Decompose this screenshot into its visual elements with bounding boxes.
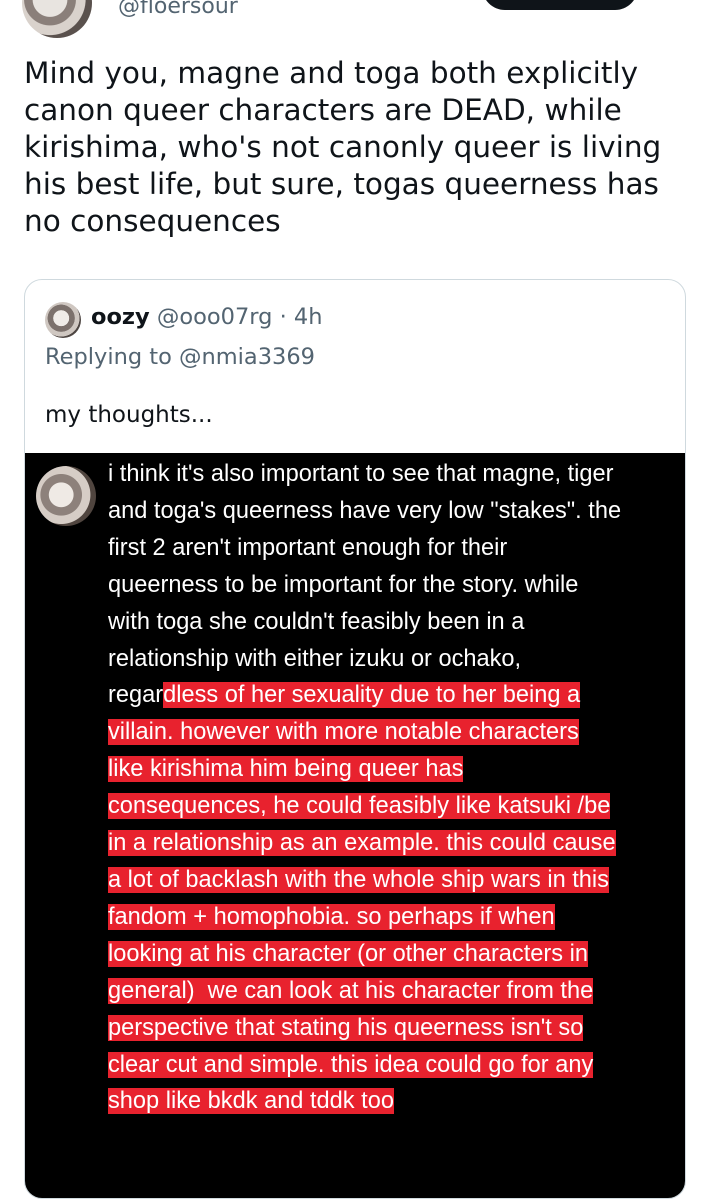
header-separator: ·	[272, 304, 294, 330]
quoted-author-handle: @ooo07rg	[156, 304, 273, 330]
quoted-author-avatar	[45, 302, 81, 338]
author-handle[interactable]: @floersour	[118, 0, 238, 19]
comment-highlighted-text: dless of her sexuality due to her being …	[108, 682, 616, 1115]
quoted-author-name: oozy	[91, 304, 150, 330]
comment-text: i think it's also important to see that …	[108, 456, 685, 1120]
tweet-text: Mind you, magne and toga both explicitly…	[24, 56, 662, 238]
quoted-tweet-text: my thoughts...	[45, 402, 213, 428]
author-avatar[interactable]	[22, 0, 92, 38]
quoted-tweet-header: oozy @ooo07rg · 4h	[91, 304, 322, 330]
replying-to: Replying to @nmia3369	[45, 344, 315, 370]
comment-plain-text: i think it's also important to see that …	[108, 461, 622, 709]
quoted-tweet-card[interactable]: oozy @ooo07rg · 4h Replying to @nmia3369…	[24, 279, 686, 1199]
commenter-avatar	[36, 466, 96, 526]
quoted-tweet-time: 4h	[293, 304, 323, 330]
screenshot-image[interactable]: i think it's also important to see that …	[25, 453, 685, 1198]
tweet-header: @floersour	[0, 0, 705, 40]
follow-button[interactable]	[482, 0, 638, 10]
